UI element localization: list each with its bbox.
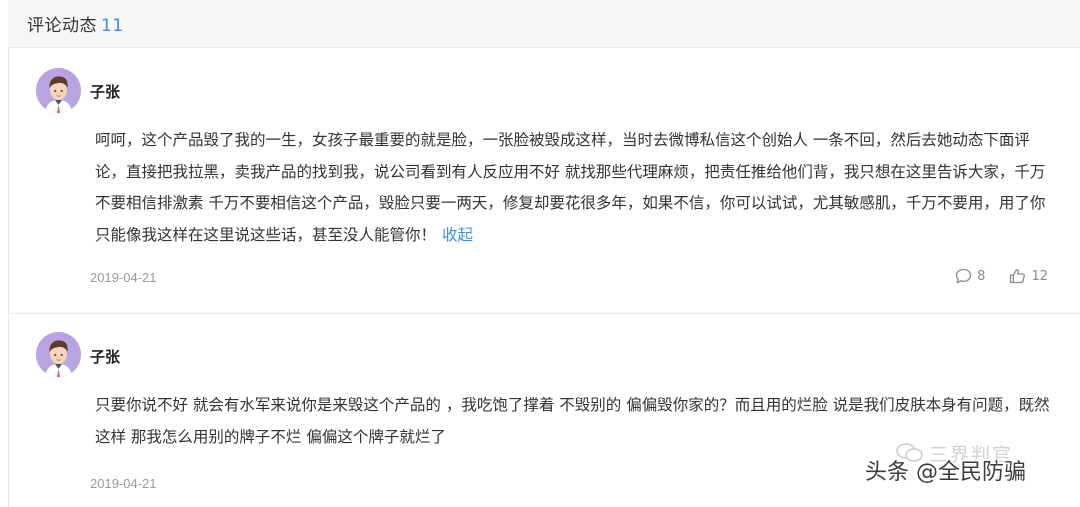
header-title-label: 评论动态 [27,16,97,36]
reply-count: 8 [977,268,986,284]
avatar-icon [36,68,81,113]
collapse-link[interactable]: 收起 [442,226,473,244]
comment-author[interactable]: 子张 [90,81,120,102]
like-count: 12 [1031,268,1048,284]
comment-item: 子张 呵呵，这个产品毁了我的一生，女孩子最重要的就是脸，一张脸被毁成这样，当时去… [8,49,1080,314]
comment-bubble-icon [956,268,972,284]
avatar[interactable] [36,68,81,113]
comment-author[interactable]: 子张 [90,346,120,367]
avatar[interactable] [36,332,81,377]
reply-button[interactable]: 8 [955,268,985,284]
comment-body: 呵呵，这个产品毁了我的一生，女孩子最重要的就是脸，一张脸被毁成这样，当时去微博私… [95,131,1046,244]
like-button[interactable]: 12 [1009,268,1048,284]
comment-date: 2019-04-21 [90,270,157,285]
comment-header: 评论动态 11 [8,0,1080,48]
thumbs-up-icon [1010,268,1026,284]
avatar-icon [36,332,81,377]
comment-actions: 8 12 [955,268,1048,284]
watermark: 三界判官 头条 @全民防骗 [865,439,1068,485]
comment-date: 2019-04-21 [90,476,157,491]
comment-text: 呵呵，这个产品毁了我的一生，女孩子最重要的就是脸，一张脸被毁成这样，当时去微博私… [95,125,1050,251]
comment-count: 11 [101,16,124,36]
watermark-main-text: 头条 @全民防骗 [865,460,1026,485]
header-title: 评论动态 11 [27,11,124,36]
